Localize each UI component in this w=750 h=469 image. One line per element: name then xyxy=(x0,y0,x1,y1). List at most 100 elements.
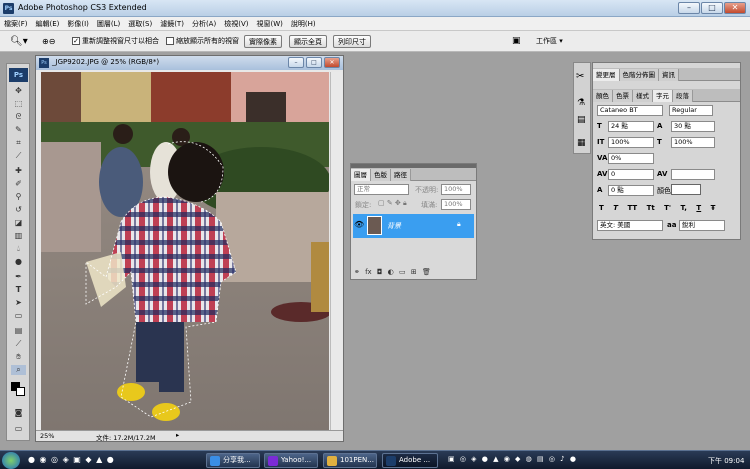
lock-icons[interactable]: ▢ ✎ ✥ 🔒︎ xyxy=(378,199,407,208)
navigator-icon[interactable]: ✂ xyxy=(576,71,584,82)
tracking-field[interactable]: 0% xyxy=(608,153,654,164)
font-family-select[interactable]: Cataneo BT xyxy=(597,105,663,116)
zoom-level[interactable]: 25% xyxy=(40,432,54,440)
actual-pixels-button[interactable]: 實際像素 xyxy=(244,35,282,48)
healing-tool-icon[interactable]: ✚ xyxy=(11,166,26,176)
taskbar-item-1[interactable]: 分享我... xyxy=(206,453,260,468)
pen-tool-icon[interactable]: ✒ xyxy=(11,272,26,282)
menu-view[interactable]: 檢視(V) xyxy=(220,17,252,31)
eraser-tool-icon[interactable]: ◪ xyxy=(11,218,26,228)
document-title-bar[interactable]: Ps _JGP9202.JPG @ 25% (RGB/8*) – □ ✕ xyxy=(36,56,343,70)
tab-character[interactable]: 字元 xyxy=(653,90,673,102)
zoom-all-checkbox[interactable]: 縮放顯示所有的視窗 xyxy=(166,35,239,48)
antialias-select[interactable]: 銳利 xyxy=(679,220,725,231)
brush-tool-icon[interactable]: ✐ xyxy=(11,179,26,189)
lasso-tool-icon[interactable]: ᘓ xyxy=(11,112,26,122)
layer-row-background[interactable]: 👁︎ 背景 🔒︎ xyxy=(353,214,474,238)
photo-canvas[interactable] xyxy=(41,72,329,432)
screen-mode-icon[interactable]: ▭ xyxy=(11,424,26,434)
maximize-button[interactable]: □ xyxy=(701,2,723,14)
language-select[interactable]: 英文: 美國 xyxy=(597,220,663,231)
crop-tool-icon[interactable]: ⌗ xyxy=(11,138,26,148)
leading-field[interactable]: 30 點 xyxy=(671,121,715,132)
taskbar-item-2[interactable]: Yahoo!... xyxy=(264,453,318,468)
resize-windows-checkbox[interactable]: ✓ 重新調整視窗尺寸以相合 xyxy=(72,35,159,48)
type-tool-icon[interactable]: T xyxy=(11,285,26,295)
taskbar-item-photoshop[interactable]: Adobe ... xyxy=(382,453,438,468)
text-color-swatch[interactable] xyxy=(671,184,701,195)
fill-field[interactable]: 100% xyxy=(441,199,471,210)
tab-histogram[interactable]: 色階分佈圖 xyxy=(619,69,659,81)
opacity-field[interactable]: 100% xyxy=(441,184,471,195)
menu-layer[interactable]: 圖層(L) xyxy=(93,17,124,31)
stamp-tool-icon[interactable]: ⚲ xyxy=(11,192,26,202)
taskbar-item-3[interactable]: 101PEN... xyxy=(323,453,377,468)
tab-styles[interactable]: 樣式 xyxy=(633,90,653,102)
path-select-tool-icon[interactable]: ➤ xyxy=(11,298,26,308)
tab-color[interactable]: 顏色 xyxy=(593,90,613,102)
actions-icon[interactable]: ▤ xyxy=(577,115,586,125)
menu-window[interactable]: 視窗(W) xyxy=(252,17,286,31)
quick-mask-icon[interactable]: ◙ xyxy=(11,408,26,418)
tool-presets-icon[interactable]: ▦ xyxy=(577,138,586,148)
clock[interactable]: 下午 09:04 xyxy=(708,456,744,466)
menu-edit[interactable]: 編輯(E) xyxy=(32,17,64,31)
menu-filter[interactable]: 濾鏡(T) xyxy=(156,17,188,31)
eye-icon[interactable]: 👁︎ xyxy=(354,220,364,229)
menu-select[interactable]: 選取(S) xyxy=(124,17,156,31)
tab-navigator[interactable]: 變更層 xyxy=(593,69,620,81)
doc-close-button[interactable]: ✕ xyxy=(324,57,340,68)
tab-paths[interactable]: 路徑 xyxy=(391,169,411,181)
layers-footer-icons[interactable]: ⚭ fx ◘ ◐ ▭ ⊞ 🗑︎ xyxy=(354,268,474,279)
dodge-tool-icon[interactable]: ● xyxy=(11,257,26,267)
marquee-tool-icon[interactable]: ⬚ xyxy=(11,99,26,109)
menu-image[interactable]: 影像(I) xyxy=(63,17,93,31)
minimize-button[interactable]: – xyxy=(678,2,700,14)
background-color-swatch[interactable] xyxy=(16,387,25,396)
blend-mode-select[interactable]: 正常 xyxy=(354,184,409,195)
type-style-buttons[interactable]: T T TT Tt T' T, T Ŧ xyxy=(599,204,739,212)
vertical-scrollbar[interactable] xyxy=(330,72,342,430)
palette-well-icon[interactable]: ▣ xyxy=(512,35,521,48)
kerning-field[interactable]: 0 xyxy=(608,169,654,180)
quick-select-tool-icon[interactable]: ✎ xyxy=(11,125,26,135)
vertical-scale-field[interactable]: 100% xyxy=(608,137,654,148)
start-button[interactable] xyxy=(2,452,20,469)
tab-channels[interactable]: 色版 xyxy=(371,169,391,181)
fit-screen-button[interactable]: 顯示全頁 xyxy=(289,35,327,48)
menu-help[interactable]: 說明(H) xyxy=(287,17,320,31)
eyedropper-tool-icon[interactable]: ⟋ xyxy=(11,339,26,349)
font-style-select[interactable]: Regular xyxy=(669,105,713,116)
history-brush-icon[interactable]: ↺ xyxy=(11,205,26,215)
baseline-shift-field[interactable]: 0 點 xyxy=(608,185,654,196)
gradient-tool-icon[interactable]: ▥ xyxy=(11,231,26,241)
zoom-tool-icon[interactable]: ⌕ xyxy=(11,365,26,375)
tab-info[interactable]: 資訊 xyxy=(659,69,679,81)
kerning-method-select[interactable] xyxy=(671,169,715,180)
close-button[interactable]: ✕ xyxy=(724,2,746,14)
notes-tool-icon[interactable]: ▤ xyxy=(11,326,26,336)
hand-tool-icon[interactable]: ✋︎ xyxy=(11,352,26,362)
status-menu-arrow-icon[interactable]: ▸ xyxy=(176,431,179,439)
move-tool-icon[interactable]: ✥ xyxy=(11,86,26,96)
tab-swatches[interactable]: 色票 xyxy=(613,90,633,102)
menu-file[interactable]: 檔案(F) xyxy=(0,17,32,31)
quick-launch-icons[interactable]: ● ◉ ◎ ◈ ▣ ◆ ▲ ● xyxy=(28,455,114,464)
horizontal-scale-field[interactable]: 100% xyxy=(671,137,715,148)
zoom-in-icon[interactable]: ⊕⊖ xyxy=(42,35,55,48)
zoom-tool-icon[interactable]: 🔍︎▾ xyxy=(10,35,28,48)
workspace-menu[interactable]: 工作區 ▾ xyxy=(536,35,563,48)
doc-maximize-button[interactable]: □ xyxy=(306,57,322,68)
slice-tool-icon[interactable]: ⟋ xyxy=(11,151,26,161)
print-size-button[interactable]: 列印尺寸 xyxy=(333,35,371,48)
history-icon[interactable]: ⚗ xyxy=(577,98,585,108)
font-size-field[interactable]: 24 點 xyxy=(608,121,654,132)
shape-tool-icon[interactable]: ▭ xyxy=(11,311,26,321)
ps-logo-icon[interactable]: Ps xyxy=(9,68,28,82)
menu-analysis[interactable]: 分析(A) xyxy=(188,17,220,31)
tab-layers[interactable]: 圖層 xyxy=(351,169,371,181)
doc-minimize-button[interactable]: – xyxy=(288,57,304,68)
blur-tool-icon[interactable]: 💧︎ xyxy=(11,244,26,254)
system-tray-icons[interactable]: ▣ ◎ ◈ ● ▲ ◉ ◆ ◍ ▤ ◎ ♪ ● xyxy=(448,455,576,463)
tab-paragraph[interactable]: 段落 xyxy=(673,90,693,102)
